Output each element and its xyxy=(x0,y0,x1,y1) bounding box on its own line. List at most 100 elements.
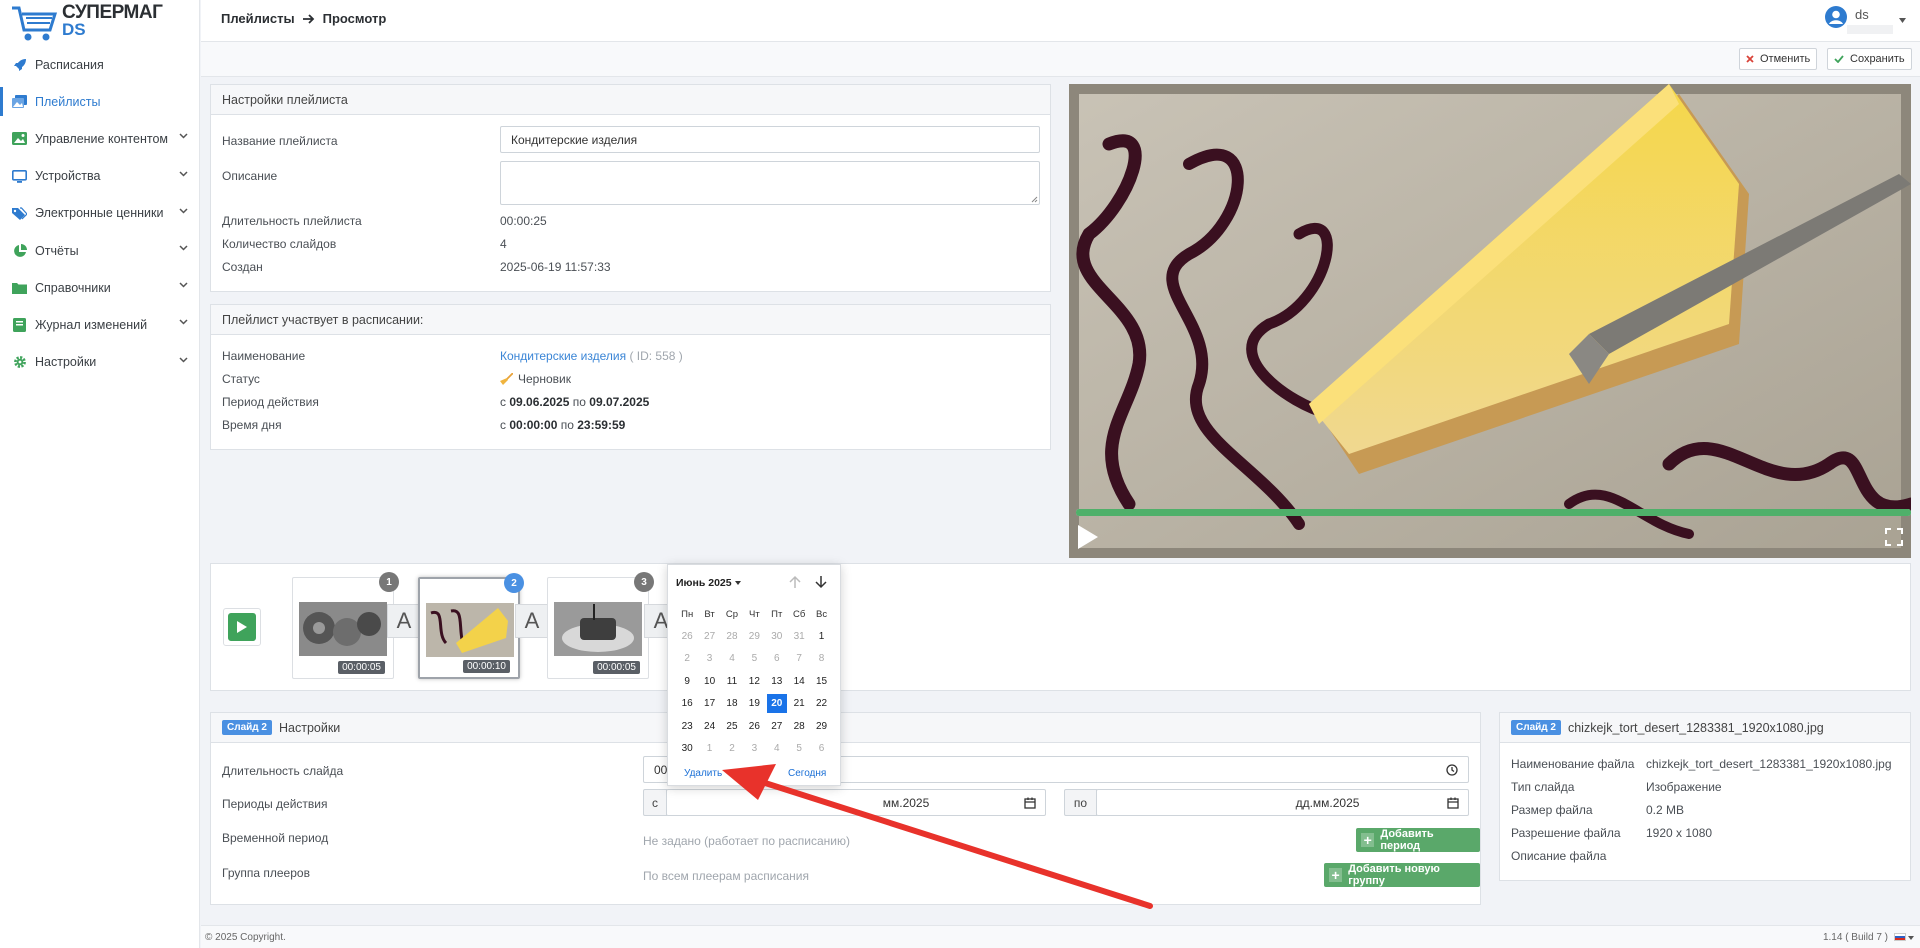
slide-thumbnail-1[interactable]: 00:00:05 1 xyxy=(292,572,399,679)
chevron-down-icon xyxy=(179,282,188,288)
play-icon[interactable] xyxy=(1077,524,1099,550)
calendar-day[interactable]: 22 xyxy=(810,698,832,709)
calendar-day[interactable]: 21 xyxy=(788,698,810,709)
cancel-button[interactable]: Отменить xyxy=(1739,48,1818,70)
calendar-day[interactable]: 24 xyxy=(698,721,720,732)
breadcrumb-playlists[interactable]: Плейлисты xyxy=(221,11,295,26)
calendar-delete-button[interactable]: Удалить xyxy=(684,768,722,779)
date-to-input[interactable]: дд.мм.2025 xyxy=(1096,789,1469,816)
weekday-header: Пн xyxy=(681,608,694,620)
logo[interactable]: СУПЕРМАГ DS xyxy=(10,3,163,44)
arrow-up-icon[interactable] xyxy=(789,575,801,589)
calendar-day[interactable]: 12 xyxy=(743,676,765,687)
date-to-placeholder: дд.мм.2025 xyxy=(1295,795,1360,810)
journal-icon xyxy=(12,317,27,332)
calendar-day[interactable]: 18 xyxy=(721,698,743,709)
date-to-group: по дд.мм.2025 xyxy=(1064,789,1469,816)
plus-icon: + xyxy=(1361,833,1375,847)
time-period-value: Не задано (работает по расписанию) xyxy=(643,834,850,848)
play-icon xyxy=(237,621,247,633)
sidebar-item-playlists[interactable]: Плейлисты xyxy=(0,83,200,120)
from-word: с xyxy=(500,418,506,432)
slide-tag: Слайд 2 xyxy=(1511,720,1561,735)
calendar-day[interactable]: 11 xyxy=(721,676,743,687)
calendar-day: 2 xyxy=(729,743,735,755)
calendar-day[interactable]: 13 xyxy=(766,676,788,687)
calendar-day[interactable]: 9 xyxy=(676,676,698,687)
calendar-day[interactable]: 17 xyxy=(698,698,720,709)
slide-number-badge: 3 xyxy=(634,572,654,592)
to-word: по xyxy=(572,395,586,409)
duration-value: 00:00:25 xyxy=(500,214,547,228)
slide-thumbnail-2[interactable]: 00:00:10 2 xyxy=(418,573,524,679)
calendar-day[interactable]: 10 xyxy=(698,676,720,687)
add-group-button[interactable]: + Добавить новую группу xyxy=(1324,863,1480,887)
sidebar-item-schedules[interactable]: Расписания xyxy=(0,46,200,83)
schedule-panel: Плейлист участвует в расписании: Наимено… xyxy=(210,304,1051,450)
calendar-day[interactable]: 20 xyxy=(766,694,787,714)
user-menu[interactable]: ds xyxy=(1825,6,1906,34)
sidebar-item-price-tags[interactable]: Электронные ценники xyxy=(0,195,200,232)
resolution-value: 1920 x 1080 xyxy=(1646,826,1713,840)
sidebar-item-settings[interactable]: Настройки xyxy=(0,344,200,381)
sidebar-item-content[interactable]: Управление контентом xyxy=(0,120,200,157)
date-from-value: мм.2025 xyxy=(882,795,930,810)
calendar-day[interactable]: 23 xyxy=(676,721,698,732)
calendar-day[interactable]: 1 xyxy=(810,631,832,642)
date-from-input[interactable]: мм.2025 xyxy=(666,789,1046,816)
weekday-header: Чт xyxy=(749,608,760,620)
slide-number-badge: 2 xyxy=(504,573,524,593)
schedule-link[interactable]: Кондитерские изделия xyxy=(500,349,626,363)
calendar-day[interactable]: 16 xyxy=(676,698,698,709)
playlist-name-input[interactable]: Кондитерские изделия xyxy=(500,126,1040,153)
calendar-day[interactable]: 14 xyxy=(788,676,810,687)
gear-icon xyxy=(12,355,27,370)
calendar-day[interactable]: 26 xyxy=(743,721,765,732)
language-flag-icon[interactable] xyxy=(1894,933,1906,941)
breadcrumb-view: Просмотр xyxy=(322,11,387,26)
slide-thumbnail-3[interactable]: 00:00:05 3 xyxy=(547,572,654,679)
calendar-today-button[interactable]: Сегодня xyxy=(788,768,826,779)
arrow-down-icon[interactable] xyxy=(815,575,827,589)
media-preview[interactable] xyxy=(1069,84,1911,558)
sidebar-item-label: Устройства xyxy=(35,169,101,184)
calendar-day: 27 xyxy=(704,631,716,643)
description-textarea[interactable] xyxy=(500,161,1040,205)
sidebar-item-devices[interactable]: Устройства xyxy=(0,158,200,195)
calendar-day: 6 xyxy=(818,743,825,755)
sidebar-item-references[interactable]: Справочники xyxy=(0,269,200,306)
content-icon xyxy=(12,131,27,146)
slide-image-2 xyxy=(426,603,514,657)
transition-button[interactable]: A xyxy=(515,604,549,638)
video-progress-bar[interactable] xyxy=(1076,509,1911,516)
calendar-day[interactable]: 25 xyxy=(721,721,743,732)
slide-type-label: Тип слайда xyxy=(1511,780,1575,794)
sidebar-item-reports[interactable]: Отчёты xyxy=(0,232,200,269)
time-from: 00:00:00 xyxy=(509,418,558,432)
cheesecake-image xyxy=(1069,84,1911,558)
file-name-value: chizkejk_tort_desert_1283381_1920x1080.j… xyxy=(1646,757,1892,771)
add-period-button[interactable]: + Добавить период xyxy=(1356,828,1480,852)
play-playlist-button[interactable] xyxy=(223,608,261,646)
playlist-settings-panel: Настройки плейлиста Название плейлиста К… xyxy=(210,84,1051,292)
sidebar-item-label: Плейлисты xyxy=(35,94,101,109)
fullscreen-icon[interactable] xyxy=(1885,528,1903,546)
calendar-day[interactable]: 30 xyxy=(676,743,698,754)
panel-title: chizkejk_tort_desert_1283381_1920x1080.j… xyxy=(1567,720,1824,735)
chevron-down-icon xyxy=(179,133,188,139)
transition-button[interactable]: A xyxy=(387,604,421,638)
calendar-day[interactable]: 28 xyxy=(788,721,810,732)
calendar-day: 29 xyxy=(748,631,760,643)
sidebar-item-changelog[interactable]: Журнал изменений xyxy=(0,306,200,343)
calendar-icon xyxy=(1447,797,1459,809)
calendar-day[interactable]: 19 xyxy=(743,698,765,709)
calendar-day[interactable]: 27 xyxy=(766,721,788,732)
month-selector[interactable]: Июнь 2025 xyxy=(676,577,741,589)
calendar-day: 4 xyxy=(729,653,735,665)
save-button[interactable]: Сохранить xyxy=(1827,48,1912,70)
calendar-day[interactable]: 29 xyxy=(810,721,832,732)
calendar-day[interactable]: 15 xyxy=(810,676,832,687)
calendar-day: 5 xyxy=(796,743,802,755)
caret-down-icon xyxy=(734,581,741,585)
file-desc-label: Описание файла xyxy=(1511,849,1607,863)
